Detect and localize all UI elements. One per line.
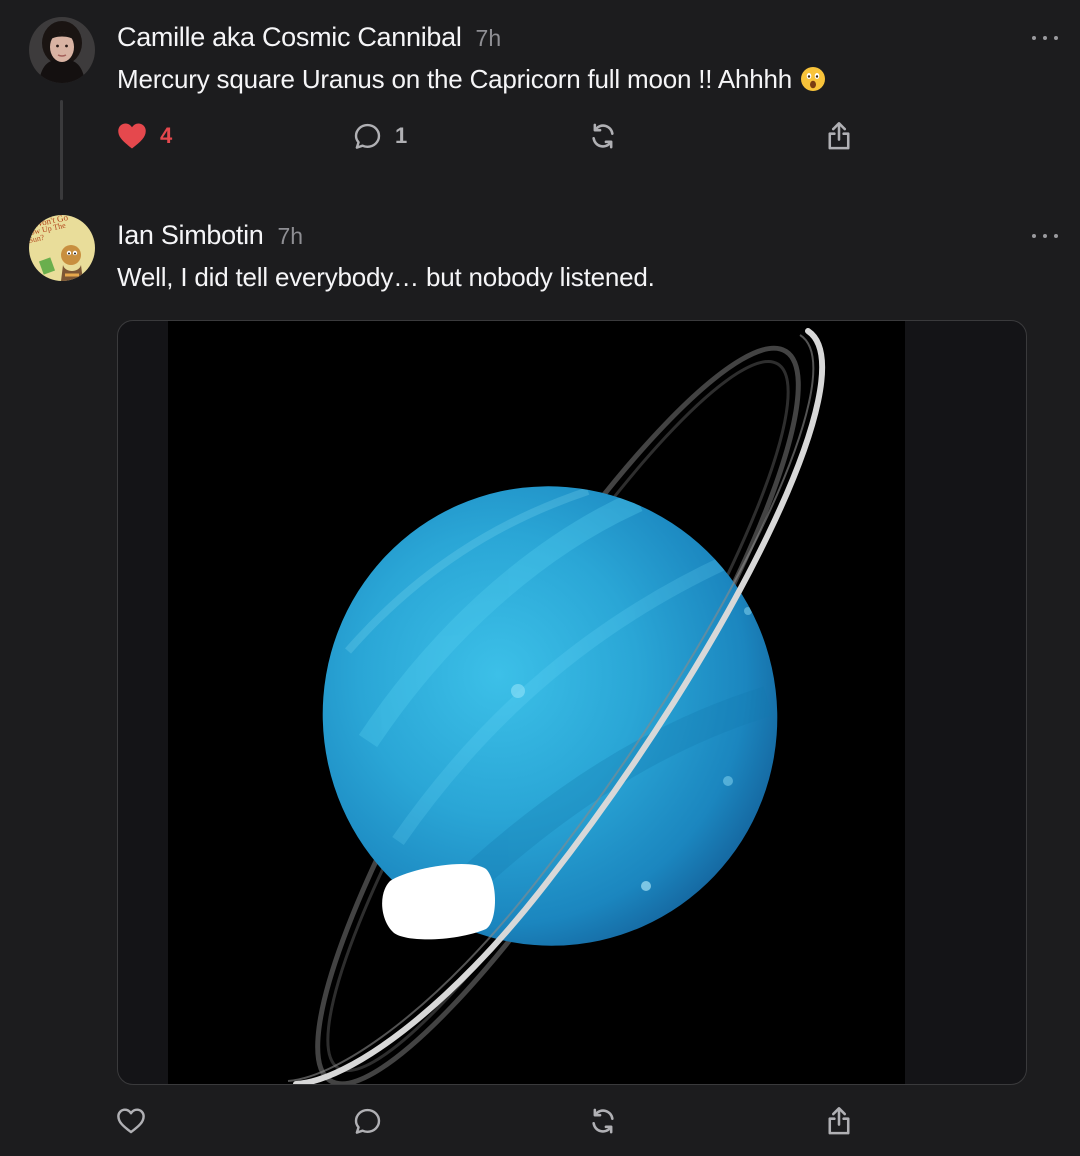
avatar-ian[interactable]: Won't Go ow Up The Sun? xyxy=(29,215,95,281)
timestamp[interactable]: 7h xyxy=(277,223,303,250)
share-icon xyxy=(828,1107,850,1135)
post-ian: Won't Go ow Up The Sun? Ian Simbotin 7h … xyxy=(0,0,1080,1156)
share-button[interactable] xyxy=(825,1101,853,1141)
comment-icon xyxy=(354,1108,381,1134)
post-text: Well, I did tell everybody… but nobody l… xyxy=(117,262,655,292)
repost-icon xyxy=(592,1108,614,1134)
more-options-icon[interactable] xyxy=(1032,231,1058,241)
post-image[interactable] xyxy=(117,320,1027,1085)
uranus-planet-image xyxy=(168,321,905,1084)
uranus-photo xyxy=(168,321,905,1084)
repost-button[interactable] xyxy=(589,1101,617,1141)
comment-button[interactable] xyxy=(353,1101,382,1141)
author-name[interactable]: Ian Simbotin xyxy=(117,220,264,251)
heart-icon xyxy=(117,1108,145,1134)
like-button[interactable] xyxy=(117,1101,145,1141)
post-header: Ian Simbotin 7h xyxy=(117,220,303,251)
post-actions xyxy=(0,1101,1080,1141)
